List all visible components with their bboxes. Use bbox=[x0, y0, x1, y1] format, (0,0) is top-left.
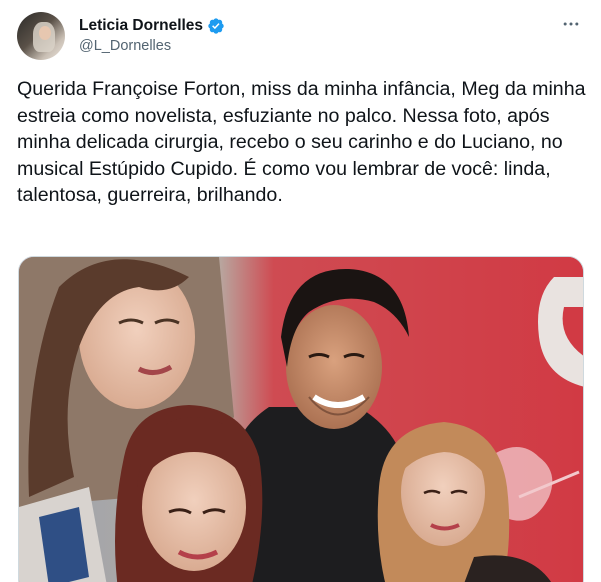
tweet-photo[interactable] bbox=[18, 256, 584, 582]
tweet-text: Querida Françoise Forton, miss da minha … bbox=[17, 78, 591, 207]
author-name-row: Leticia Dornelles bbox=[79, 15, 225, 36]
photo-illustration bbox=[19, 257, 583, 582]
author-display-name[interactable]: Leticia Dornelles bbox=[79, 17, 203, 35]
avatar[interactable] bbox=[17, 12, 65, 60]
tweet-card: Leticia Dornelles @L_Dornelles Querida F… bbox=[0, 0, 601, 582]
verified-badge-icon bbox=[207, 17, 225, 35]
tweet-header: Leticia Dornelles @L_Dornelles bbox=[17, 12, 584, 62]
author-info: Leticia Dornelles @L_Dornelles bbox=[79, 15, 225, 54]
more-options-icon[interactable] bbox=[558, 14, 584, 34]
author-handle[interactable]: @L_Dornelles bbox=[79, 38, 225, 54]
